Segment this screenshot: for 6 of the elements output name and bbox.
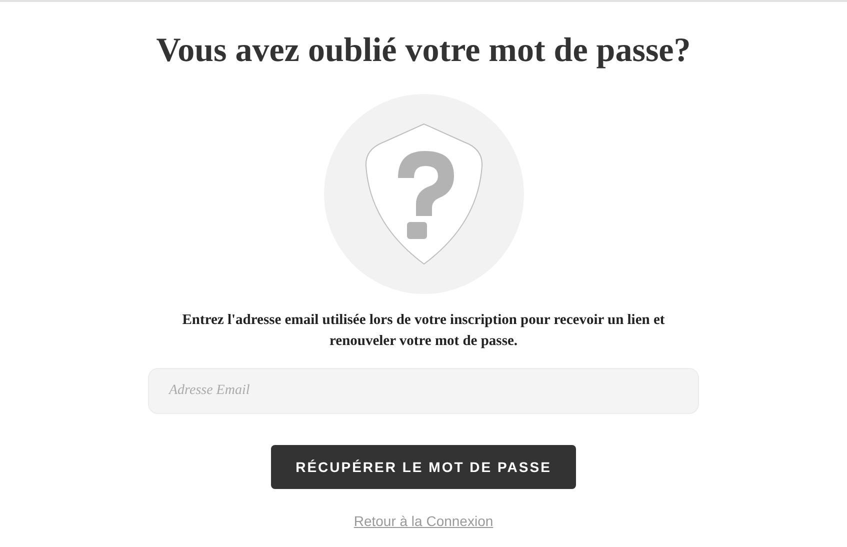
instructions-text: Entrez l'adresse email utilisée lors de votre inscription pour recevoir un lien et renouveler votre mot de passe.	[181, 311, 666, 351]
shield-question-icon	[324, 94, 524, 294]
recover-password-button[interactable]: RÉCUPÉRER LE MOT DE PASSE	[271, 445, 576, 489]
back-to-login-link[interactable]: Retour à la Connexion	[354, 512, 494, 530]
page-title: Vous avez oublié votre mot de passe?	[156, 31, 691, 71]
email-input-field[interactable]: Adresse Email	[148, 368, 699, 414]
